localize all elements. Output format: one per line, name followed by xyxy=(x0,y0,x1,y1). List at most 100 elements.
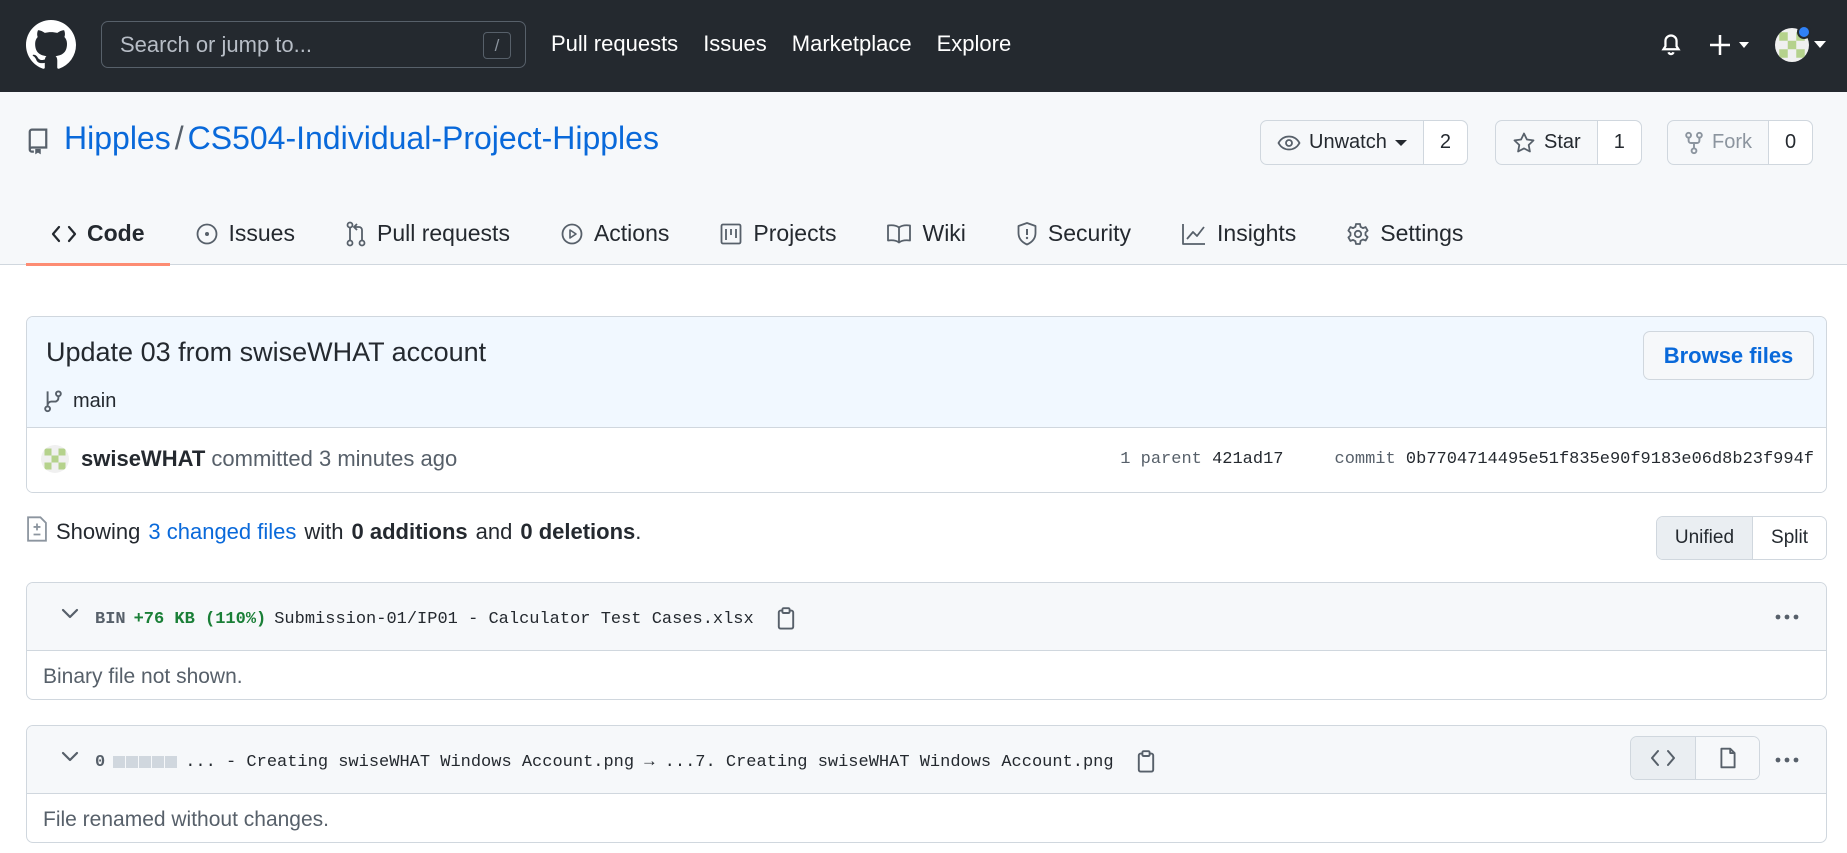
unified-button[interactable]: Unified xyxy=(1656,517,1754,559)
fork-button[interactable]: Fork xyxy=(1668,121,1769,164)
stargazers-count[interactable]: 1 xyxy=(1597,121,1641,164)
commit-branch: main xyxy=(43,389,116,413)
tab-wiki[interactable]: Wiki xyxy=(861,202,990,265)
fork-label: Fork xyxy=(1712,131,1752,153)
tab-code-label: Code xyxy=(87,220,145,246)
file-path-link[interactable]: Submission-01/IP01 - Calculator Test Cas… xyxy=(274,610,753,629)
search-shortcut-hint: / xyxy=(483,32,511,59)
fork-button-group: Fork 0 xyxy=(1667,120,1814,165)
file-header-text: 0 ... - Creating swiseWHAT Windows Accou… xyxy=(95,750,1156,774)
tab-actions[interactable]: Actions xyxy=(535,202,694,265)
chevron-down-icon[interactable] xyxy=(61,607,79,619)
kebab-horizontal-icon[interactable] xyxy=(1774,750,1800,770)
browse-files-button[interactable]: Browse files xyxy=(1643,331,1814,380)
avatar-caret-icon[interactable] xyxy=(1814,41,1826,49)
commit-author-line: swiseWHAT committed 3 minutes ago xyxy=(81,446,457,472)
nav-issues[interactable]: Issues xyxy=(703,31,767,57)
nav-pull-requests[interactable]: Pull requests xyxy=(551,31,678,57)
additions-count: 0 additions xyxy=(351,519,468,544)
nav-explore[interactable]: Explore xyxy=(937,31,1012,57)
project-icon xyxy=(720,223,742,244)
chevron-down-icon[interactable] xyxy=(61,750,79,762)
star-icon xyxy=(1513,132,1535,152)
notification-dot xyxy=(1797,25,1811,39)
binary-badge: BIN xyxy=(95,609,126,629)
create-new-dropdown-icon[interactable] xyxy=(1709,33,1753,57)
unwatch-button[interactable]: Unwatch xyxy=(1261,121,1424,164)
file-diff: 0 ... - Creating swiseWHAT Windows Accou… xyxy=(26,725,1827,843)
code-icon xyxy=(51,225,77,242)
tab-projects-label: Projects xyxy=(753,220,837,246)
file-header-text: BIN +76 KB (110%) Submission-01/IP01 - C… xyxy=(95,607,796,631)
author-name-link[interactable]: swiseWHAT xyxy=(81,446,205,471)
issue-opened-icon xyxy=(196,223,217,244)
star-label: Star xyxy=(1544,131,1581,153)
search-box[interactable]: / xyxy=(101,21,526,68)
file-icon xyxy=(1719,747,1736,769)
tab-issues-label: Issues xyxy=(228,220,295,246)
change-count: 0 xyxy=(95,752,106,772)
file-body-message: File renamed without changes. xyxy=(43,808,329,831)
global-nav: Pull requests Issues Marketplace Explore xyxy=(551,31,1036,57)
tab-pull-requests-label: Pull requests xyxy=(376,220,510,246)
tab-security[interactable]: Security xyxy=(991,202,1156,265)
graph-icon xyxy=(1182,223,1206,245)
summary-with: with xyxy=(304,519,344,544)
parent-label: 1 parent xyxy=(1120,450,1202,469)
diff-summary: Showing 3 changed files with 0 additions… xyxy=(26,516,641,545)
tab-code[interactable]: Code xyxy=(26,202,170,266)
repo-name-link[interactable]: CS504-Individual-Project-Hipples xyxy=(188,120,659,156)
kebab-horizontal-icon[interactable] xyxy=(1774,607,1800,627)
repo-icon xyxy=(28,128,48,155)
author-avatar[interactable] xyxy=(41,445,69,473)
file-diff-icon xyxy=(27,516,47,542)
view-file-button[interactable] xyxy=(1695,737,1759,779)
commit-header: Update 03 from swiseWHAT account main Br… xyxy=(27,317,1826,428)
code-icon xyxy=(1651,750,1675,766)
tab-pull-requests[interactable]: Pull requests xyxy=(320,202,535,265)
watchers-count[interactable]: 2 xyxy=(1423,121,1467,164)
git-pull-request-icon xyxy=(346,221,366,246)
file-header: BIN +76 KB (110%) Submission-01/IP01 - C… xyxy=(27,583,1826,651)
split-button[interactable]: Split xyxy=(1753,517,1826,559)
commit-time: committed 3 minutes ago xyxy=(211,446,458,471)
shield-icon xyxy=(1017,221,1037,245)
eye-icon xyxy=(1277,135,1301,150)
tab-wiki-label: Wiki xyxy=(922,220,966,246)
tab-settings[interactable]: Settings xyxy=(1321,202,1488,265)
copy-icon[interactable] xyxy=(776,607,796,631)
view-source-button[interactable] xyxy=(1631,737,1695,779)
commit-meta: swiseWHAT committed 3 minutes ago 1 pare… xyxy=(27,428,1826,492)
file-body-message: Binary file not shown. xyxy=(43,665,243,688)
tab-insights[interactable]: Insights xyxy=(1156,202,1321,265)
nav-marketplace[interactable]: Marketplace xyxy=(792,31,912,57)
repo-owner-link[interactable]: Hipples xyxy=(64,120,171,156)
repo-separator: / xyxy=(174,120,184,156)
tab-actions-label: Actions xyxy=(593,220,670,246)
forks-count[interactable]: 0 xyxy=(1769,121,1813,164)
search-input[interactable] xyxy=(120,32,480,58)
global-header: / Pull requests Issues Marketplace Explo… xyxy=(0,0,1847,92)
tab-insights-label: Insights xyxy=(1217,220,1297,246)
play-icon xyxy=(561,223,583,244)
tab-projects[interactable]: Projects xyxy=(694,202,861,265)
bell-icon[interactable] xyxy=(1659,30,1683,58)
copy-icon[interactable] xyxy=(1136,750,1156,774)
branch-link[interactable]: main xyxy=(73,390,116,413)
github-logo-icon[interactable] xyxy=(26,20,76,70)
file-diff: BIN +76 KB (110%) Submission-01/IP01 - C… xyxy=(26,582,1827,700)
commit-title: Update 03 from swiseWHAT account xyxy=(46,337,487,367)
commit-box: Update 03 from swiseWHAT account main Br… xyxy=(26,316,1827,493)
repo-title: Hipples / CS504-Individual-Project-Hipples xyxy=(64,120,659,157)
parent-sha-link[interactable]: 421ad17 xyxy=(1212,450,1283,469)
repo-tabs: Code Issues Pull requests Actions Projec… xyxy=(26,202,1488,266)
tab-issues[interactable]: Issues xyxy=(170,202,320,265)
file-view-toggle xyxy=(1630,736,1760,780)
changed-files-link[interactable]: 3 changed files xyxy=(148,519,296,545)
summary-and: and xyxy=(475,519,513,544)
diffstat-blocks xyxy=(113,756,178,768)
file-rename-path[interactable]: ... - Creating swiseWHAT Windows Account… xyxy=(185,753,1113,772)
star-button[interactable]: Star xyxy=(1496,121,1598,164)
caret-down-icon xyxy=(1394,139,1407,146)
star-button-group: Star 1 xyxy=(1495,120,1642,165)
